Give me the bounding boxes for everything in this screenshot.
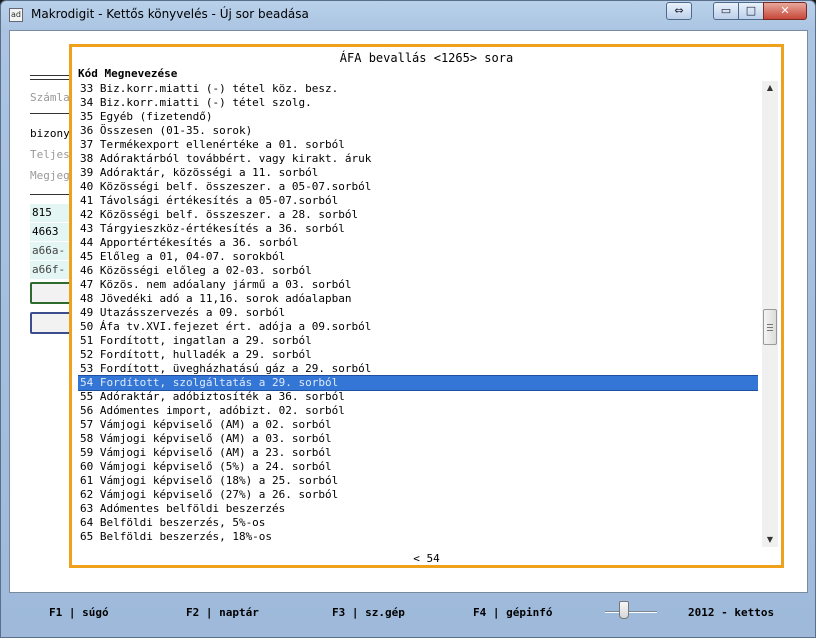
help-shortcut[interactable]: F1 | súgó — [49, 606, 109, 619]
list-item[interactable]: 38 Adóraktárból továbbért. vagy kirakt. … — [78, 152, 758, 166]
list-item[interactable]: 48 Jövedéki adó a 11,16. sorok adóalapba… — [78, 292, 758, 306]
status-bar: F1 | súgó F2 | naptár F3 | sz.gép F4 | g… — [9, 595, 808, 633]
list-item[interactable]: 62 Vámjogi képviselő (27%) a 26. sorból — [78, 488, 758, 502]
calendar-shortcut[interactable]: F2 | naptár — [186, 606, 259, 619]
list-item[interactable]: 53 Fordított, üvegházhatású gáz a 29. so… — [78, 362, 758, 376]
list-item[interactable]: 34 Biz.korr.miatti (-) tétel szolg. — [78, 96, 758, 110]
app-icon[interactable]: ad — [9, 8, 23, 22]
vat-row-list[interactable]: 33 Biz.korr.miatti (-) tétel köz. besz. 3… — [78, 82, 758, 544]
title-bar[interactable]: ad Makrodigit - Kettős könyvelés - Új so… — [1, 1, 815, 29]
list-item[interactable]: 39 Adóraktár, közösségi a 11. sorból — [78, 166, 758, 180]
list-item[interactable]: 36 Összesen (01-35. sorok) — [78, 124, 758, 138]
zoom-slider-thumb[interactable] — [619, 601, 629, 619]
maximize-button[interactable]: □ — [738, 2, 764, 20]
position-indicator: < 54 — [413, 552, 440, 565]
list-item[interactable]: 43 Tárgyieszköz-értékesítés a 36. sorból — [78, 222, 758, 236]
resize-icon[interactable]: ⇔ — [666, 2, 692, 20]
list-item[interactable]: 51 Fordított, ingatlan a 29. sorból — [78, 334, 758, 348]
list-item[interactable]: 37 Termékexport ellenértéke a 01. sorból — [78, 138, 758, 152]
list-item[interactable]: 57 Vámjogi képviselő (AM) a 02. sorból — [78, 418, 758, 432]
grip-line — [767, 330, 773, 331]
list-item[interactable]: 41 Távolsági értékesítés a 05-07.sorból — [78, 194, 758, 208]
list-item[interactable]: 56 Adómentes import, adóbizt. 02. sorból — [78, 404, 758, 418]
list-item[interactable]: 65 Belföldi beszerzés, 18%-os — [78, 530, 758, 544]
form-label-megjegyzes: Megjeg — [30, 169, 70, 182]
vat-row-dialog: ÁFA bevallás <1265> sora Kód Megnevezése… — [69, 44, 784, 568]
list-item[interactable]: 55 Adóraktár, adóbiztosíték a 36. sorból — [78, 390, 758, 404]
list-item[interactable]: 33 Biz.korr.miatti (-) tétel köz. besz. — [78, 82, 758, 96]
form-label-bizonylat: bizony — [30, 127, 70, 140]
zoom-slider-track[interactable] — [605, 611, 657, 613]
list-item[interactable]: 50 Áfa tv.XVI.fejezet ért. adója a 09.so… — [78, 320, 758, 334]
dialog-title: ÁFA bevallás <1265> sora — [339, 51, 514, 65]
window-title: Makrodigit - Kettős könyvelés - Új sor b… — [31, 7, 309, 21]
list-item[interactable]: 45 Előleg a 01, 04-07. sorokból — [78, 250, 758, 264]
list-item[interactable]: 59 Vámjogi képviselő (AM) a 23. sorból — [78, 446, 758, 460]
list-item[interactable]: 35 Egyéb (fizetendő) — [78, 110, 758, 124]
list-column-header: Kód Megnevezése — [78, 67, 178, 80]
list-item[interactable]: 64 Belföldi beszerzés, 5%-os — [78, 516, 758, 530]
list-item[interactable]: 46 Közösségi előleg a 02-03. sorból — [78, 264, 758, 278]
version-info: 2012 - kettos — [688, 606, 775, 619]
scroll-down-icon[interactable]: ▼ — [762, 533, 778, 547]
list-item[interactable]: 42 Közösségi belf. összeszer. a 28. sorb… — [78, 208, 758, 222]
scroll-up-icon[interactable]: ▲ — [762, 81, 778, 95]
grip-line — [767, 324, 773, 325]
list-item[interactable]: 60 Vámjogi képviselő (5%) a 24. sorból — [78, 460, 758, 474]
close-button[interactable]: ✕ — [763, 2, 807, 20]
list-item[interactable]: 49 Utazásszervezés a 09. sorból — [78, 306, 758, 320]
list-item[interactable]: 63 Adómentes belföldi beszerzés — [78, 502, 758, 516]
list-item[interactable]: 47 Közös. nem adóalany jármű a 03. sorbó… — [78, 278, 758, 292]
minimize-button[interactable]: ▭ — [713, 2, 739, 20]
form-label-szamla: Számla — [30, 91, 70, 104]
vertical-scrollbar[interactable]: ▲ ▼ — [762, 81, 778, 547]
list-item[interactable]: 44 Apportértékesítés a 36. sorból — [78, 236, 758, 250]
form-label-teljesites: Teljes — [30, 148, 70, 161]
machine-info-shortcut[interactable]: F4 | gépinfó — [473, 606, 552, 619]
main-window: ad Makrodigit - Kettős könyvelés - Új so… — [0, 0, 816, 638]
calculator-shortcut[interactable]: F3 | sz.gép — [332, 606, 405, 619]
list-item[interactable]: 40 Közösségi belf. összeszer. a 05-07.so… — [78, 180, 758, 194]
list-item[interactable]: 61 Vámjogi képviselő (18%) a 25. sorból — [78, 474, 758, 488]
list-item[interactable]: 58 Vámjogi képviselő (AM) a 03. sorból — [78, 432, 758, 446]
grip-line — [767, 327, 773, 328]
scroll-thumb[interactable] — [763, 309, 777, 345]
list-item[interactable]: 52 Fordított, hulladék a 29. sorból — [78, 348, 758, 362]
list-item-selected[interactable]: 54 Fordított, szolgáltatás a 29. sorból — [78, 375, 758, 391]
